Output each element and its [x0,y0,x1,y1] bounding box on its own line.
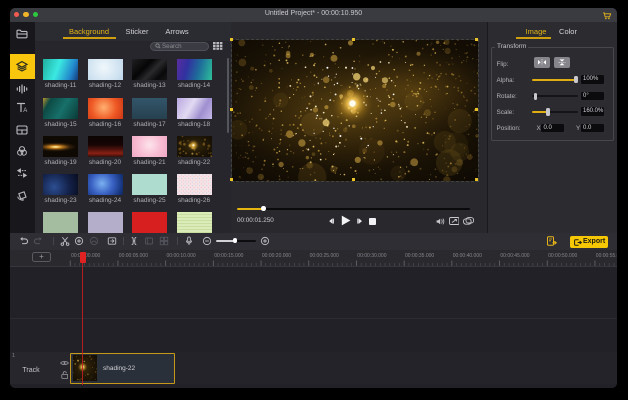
svg-text:A: A [23,107,27,113]
